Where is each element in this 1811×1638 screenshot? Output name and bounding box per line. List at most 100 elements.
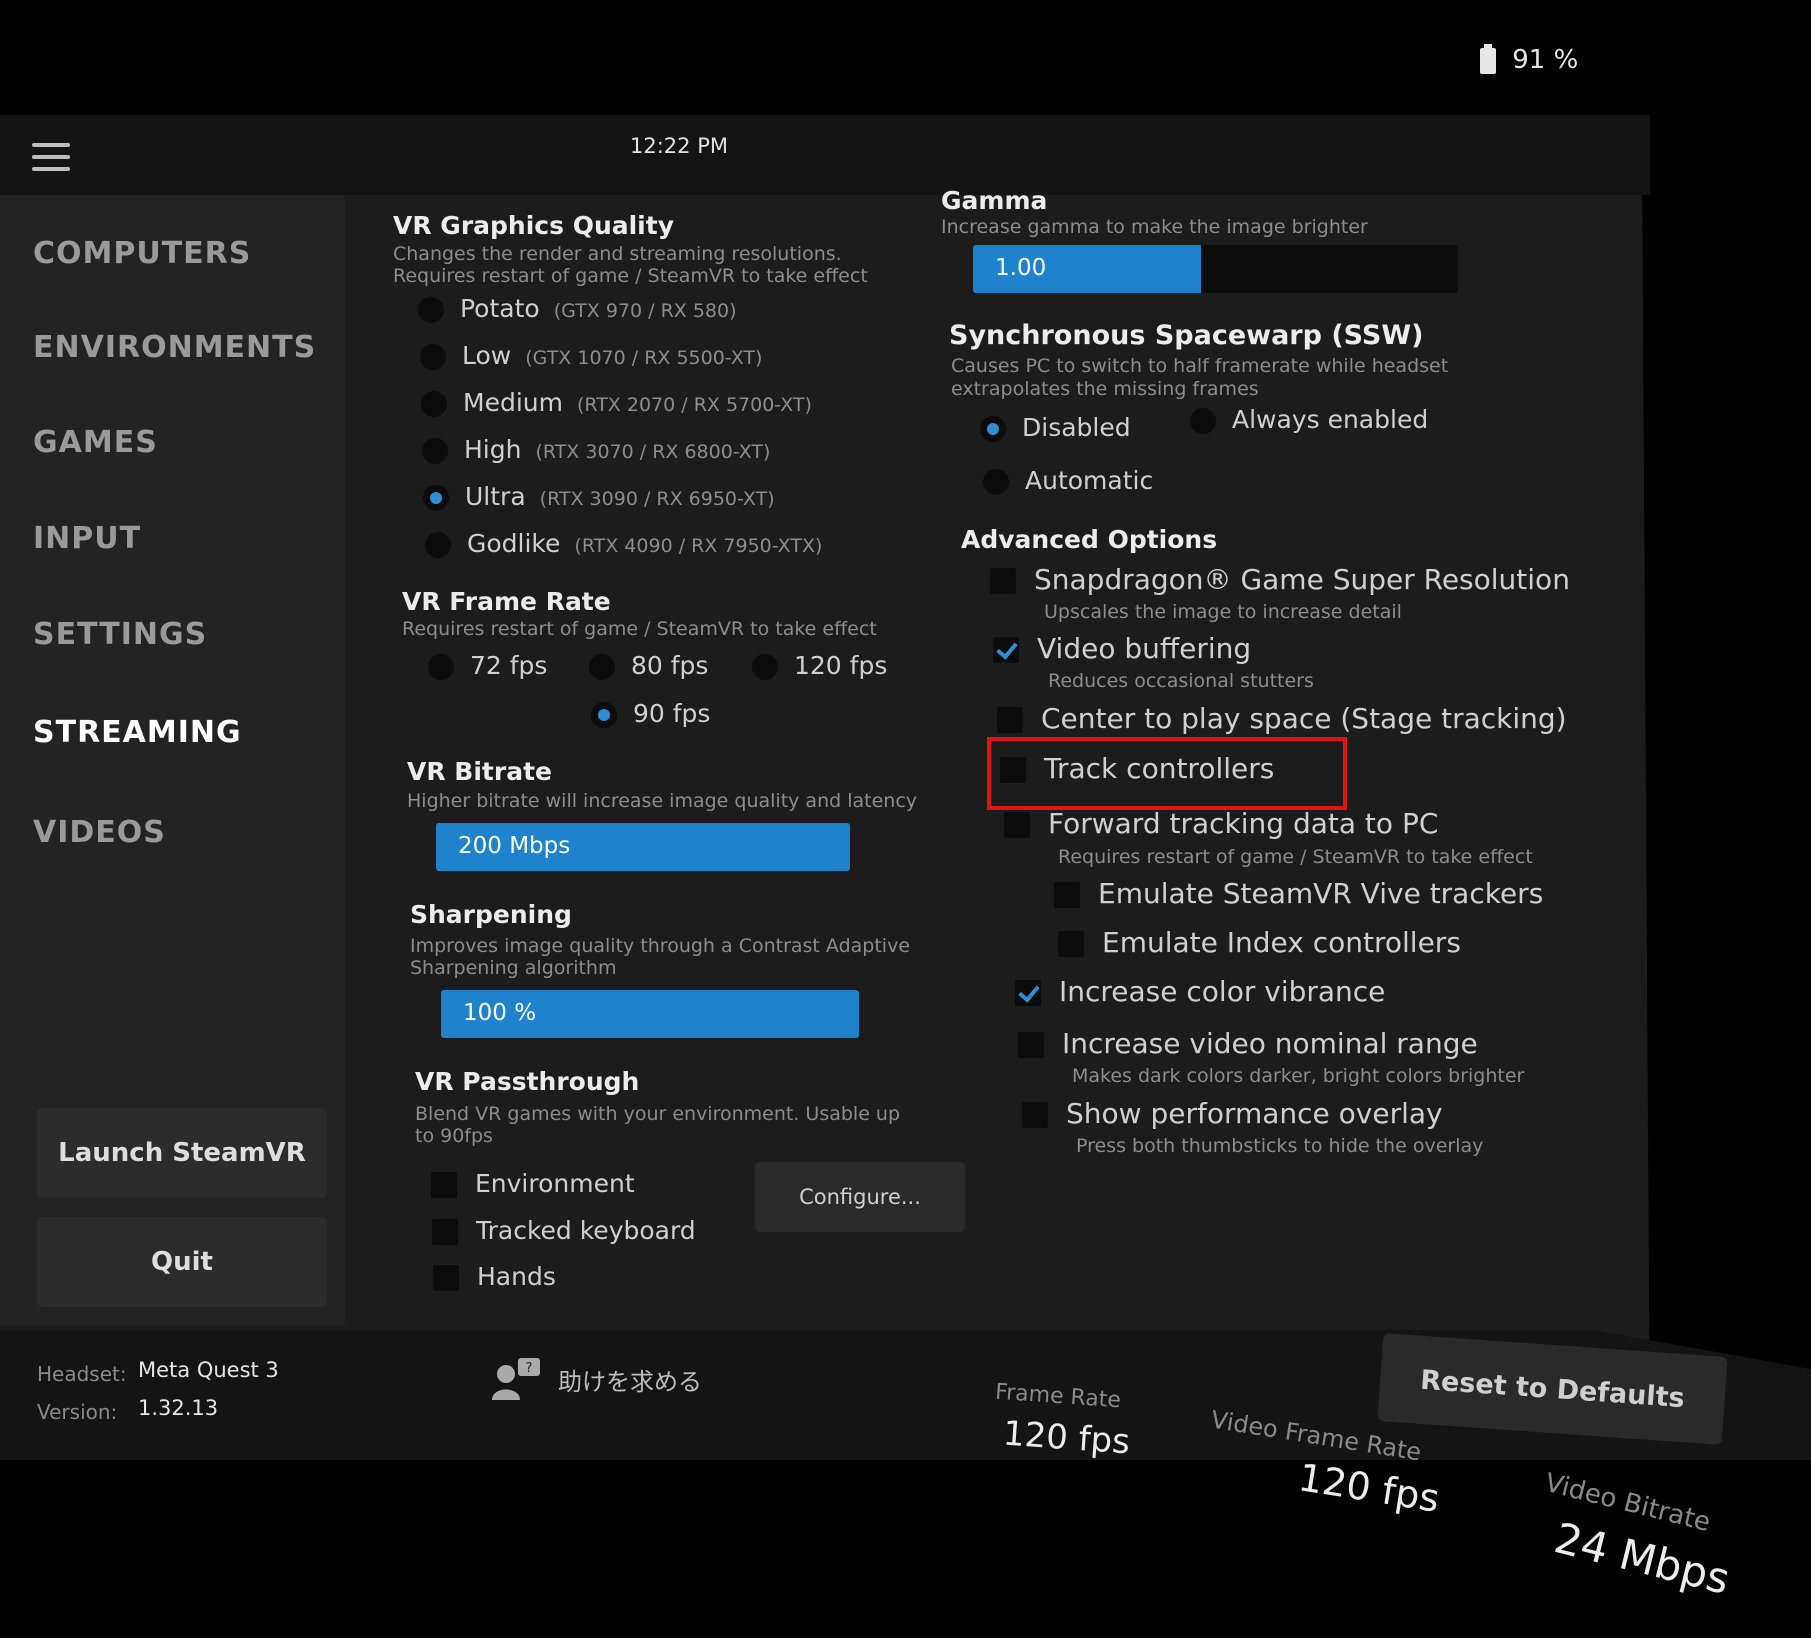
bitrate-slider[interactable]: 200 Mbps	[436, 823, 850, 871]
passthrough-option-tracked-keyboard[interactable]: Tracked keyboard	[432, 1216, 696, 1245]
checkbox[interactable]	[997, 707, 1023, 733]
performance-overlay-desc: Press both thumbsticks to hide the overl…	[1076, 1135, 1484, 1157]
ssw-option-disabled[interactable]: Disabled	[980, 413, 1131, 442]
sidebar-item-videos[interactable]: VIDEOS	[33, 815, 166, 850]
headset-value: Meta Quest 3	[138, 1358, 279, 1382]
checkbox[interactable]	[1004, 812, 1030, 838]
frame-rate-option-80[interactable]: 80 fps	[589, 651, 708, 680]
radio-button[interactable]	[425, 532, 451, 558]
radio-button-selected[interactable]	[591, 702, 617, 728]
radio-button[interactable]	[422, 438, 448, 464]
gamma-desc: Increase gamma to make the image brighte…	[941, 216, 1368, 238]
version-value: 1.32.13	[138, 1396, 219, 1420]
advanced-option-forward-tracking[interactable]: Forward tracking data to PC	[1004, 807, 1438, 840]
ssw-option-always-enabled[interactable]: Always enabled	[1190, 405, 1428, 434]
radio-button-selected[interactable]	[980, 416, 1006, 442]
option-label: Medium	[463, 388, 563, 417]
sharpening-desc-2: Sharpening algorithm	[410, 957, 617, 979]
ssw-desc-2: extrapolates the missing frames	[951, 378, 1259, 400]
checkbox[interactable]	[431, 1172, 457, 1198]
sharpening-slider[interactable]: 100 %	[441, 990, 859, 1038]
radio-button[interactable]	[418, 297, 444, 323]
ssw-title: Synchronous Spacewarp (SSW)	[949, 320, 1424, 351]
option-label: 90 fps	[633, 699, 711, 728]
quality-option-medium[interactable]: Medium (RTX 2070 / RX 5700-XT)	[421, 388, 812, 417]
battery-indicator: 91 %	[1480, 43, 1578, 75]
radio-button[interactable]	[420, 344, 446, 370]
configure-button[interactable]: Configure...	[755, 1162, 965, 1232]
checkbox-checked[interactable]	[993, 637, 1019, 663]
checkbox[interactable]	[432, 1219, 458, 1245]
option-label: Forward tracking data to PC	[1048, 807, 1439, 840]
quality-option-ultra[interactable]: Ultra (RTX 3090 / RX 6950-XT)	[423, 482, 775, 511]
sidebar-item-settings[interactable]: SETTINGS	[33, 617, 207, 652]
sidebar-item-environments[interactable]: ENVIRONMENTS	[33, 330, 316, 365]
launch-steamvr-button[interactable]: Launch SteamVR	[37, 1108, 327, 1198]
frame-rate-option-72[interactable]: 72 fps	[428, 651, 547, 680]
option-hint: (RTX 3070 / RX 6800-XT)	[535, 441, 771, 463]
radio-button[interactable]	[428, 654, 454, 680]
advanced-option-color-vibrance[interactable]: Increase color vibrance	[1015, 975, 1385, 1008]
graphics-quality-title: VR Graphics Quality	[393, 211, 674, 240]
advanced-option-snapdragon[interactable]: Snapdragon® Game Super Resolution	[990, 563, 1570, 596]
nominal-range-desc: Makes dark colors darker, bright colors …	[1072, 1065, 1525, 1087]
sidebar-item-input[interactable]: INPUT	[33, 521, 141, 556]
bitrate-desc: Higher bitrate will increase image quali…	[407, 790, 918, 812]
graphics-quality-desc-2: Requires restart of game / SteamVR to ta…	[393, 265, 868, 287]
radio-button[interactable]	[983, 469, 1009, 495]
advanced-option-emulate-index-controllers[interactable]: Emulate Index controllers	[1058, 926, 1461, 959]
option-label: Tracked keyboard	[476, 1216, 696, 1245]
advanced-option-center-play-space[interactable]: Center to play space (Stage tracking)	[997, 702, 1567, 735]
sharpening-value: 100 %	[463, 1000, 537, 1026]
help-link[interactable]: ? 助けを求める	[488, 1356, 702, 1402]
sidebar-item-computers[interactable]: COMPUTERS	[33, 236, 251, 271]
hamburger-menu-icon[interactable]	[32, 143, 70, 173]
frame-rate-option-120[interactable]: 120 fps	[752, 651, 887, 680]
ssw-option-automatic[interactable]: Automatic	[983, 466, 1153, 495]
passthrough-desc-2: to 90fps	[415, 1125, 493, 1147]
option-hint: (RTX 4090 / RX 7950-XTX)	[574, 535, 823, 557]
highlight-box	[987, 737, 1347, 810]
option-label: Automatic	[1025, 466, 1154, 495]
advanced-option-performance-overlay[interactable]: Show performance overlay	[1022, 1097, 1443, 1130]
quality-option-low[interactable]: Low (GTX 1070 / RX 5500-XT)	[420, 341, 762, 370]
advanced-option-nominal-range[interactable]: Increase video nominal range	[1018, 1027, 1478, 1060]
option-label: Godlike	[467, 529, 561, 558]
snapdragon-desc: Upscales the image to increase detail	[1044, 601, 1402, 623]
sidebar-item-streaming[interactable]: STREAMING	[33, 715, 242, 750]
passthrough-option-hands[interactable]: Hands	[433, 1262, 556, 1291]
help-label: 助けを求める	[558, 1367, 702, 1396]
frame-rate-desc: Requires restart of game / SteamVR to ta…	[402, 618, 877, 640]
quit-button[interactable]: Quit	[37, 1217, 327, 1307]
quality-option-potato[interactable]: Potato (GTX 970 / RX 580)	[418, 294, 737, 323]
checkbox-checked[interactable]	[1015, 980, 1041, 1006]
quality-option-godlike[interactable]: Godlike (RTX 4090 / RX 7950-XTX)	[425, 529, 822, 558]
clock: 12:22 PM	[630, 134, 728, 158]
radio-button[interactable]	[589, 654, 615, 680]
checkbox[interactable]	[1022, 1102, 1048, 1128]
option-label: Hands	[477, 1262, 556, 1291]
advanced-option-video-buffering[interactable]: Video buffering	[993, 632, 1251, 665]
checkbox[interactable]	[990, 568, 1016, 594]
quality-option-high[interactable]: High (RTX 3070 / RX 6800-XT)	[422, 435, 770, 464]
radio-button-selected[interactable]	[423, 485, 449, 511]
checkbox[interactable]	[433, 1265, 459, 1291]
passthrough-option-environment[interactable]: Environment	[431, 1169, 635, 1198]
option-label: 120 fps	[794, 651, 888, 680]
option-hint: (RTX 2070 / RX 5700-XT)	[576, 394, 812, 416]
radio-button[interactable]	[752, 654, 778, 680]
frame-rate-option-90[interactable]: 90 fps	[591, 699, 710, 728]
advanced-option-emulate-vive-trackers[interactable]: Emulate SteamVR Vive trackers	[1054, 877, 1543, 910]
checkbox[interactable]	[1058, 931, 1084, 957]
option-label: Emulate SteamVR Vive trackers	[1098, 877, 1544, 910]
sidebar-item-games[interactable]: GAMES	[33, 425, 158, 460]
radio-button[interactable]	[1190, 408, 1216, 434]
passthrough-desc: Blend VR games with your environment. Us…	[415, 1103, 901, 1125]
gamma-slider[interactable]: 1.00	[973, 245, 1458, 293]
option-label: Ultra	[465, 482, 526, 511]
option-label: Always enabled	[1232, 405, 1429, 434]
checkbox[interactable]	[1018, 1032, 1044, 1058]
headset-label: Headset:	[37, 1362, 127, 1386]
radio-button[interactable]	[421, 391, 447, 417]
checkbox[interactable]	[1054, 882, 1080, 908]
